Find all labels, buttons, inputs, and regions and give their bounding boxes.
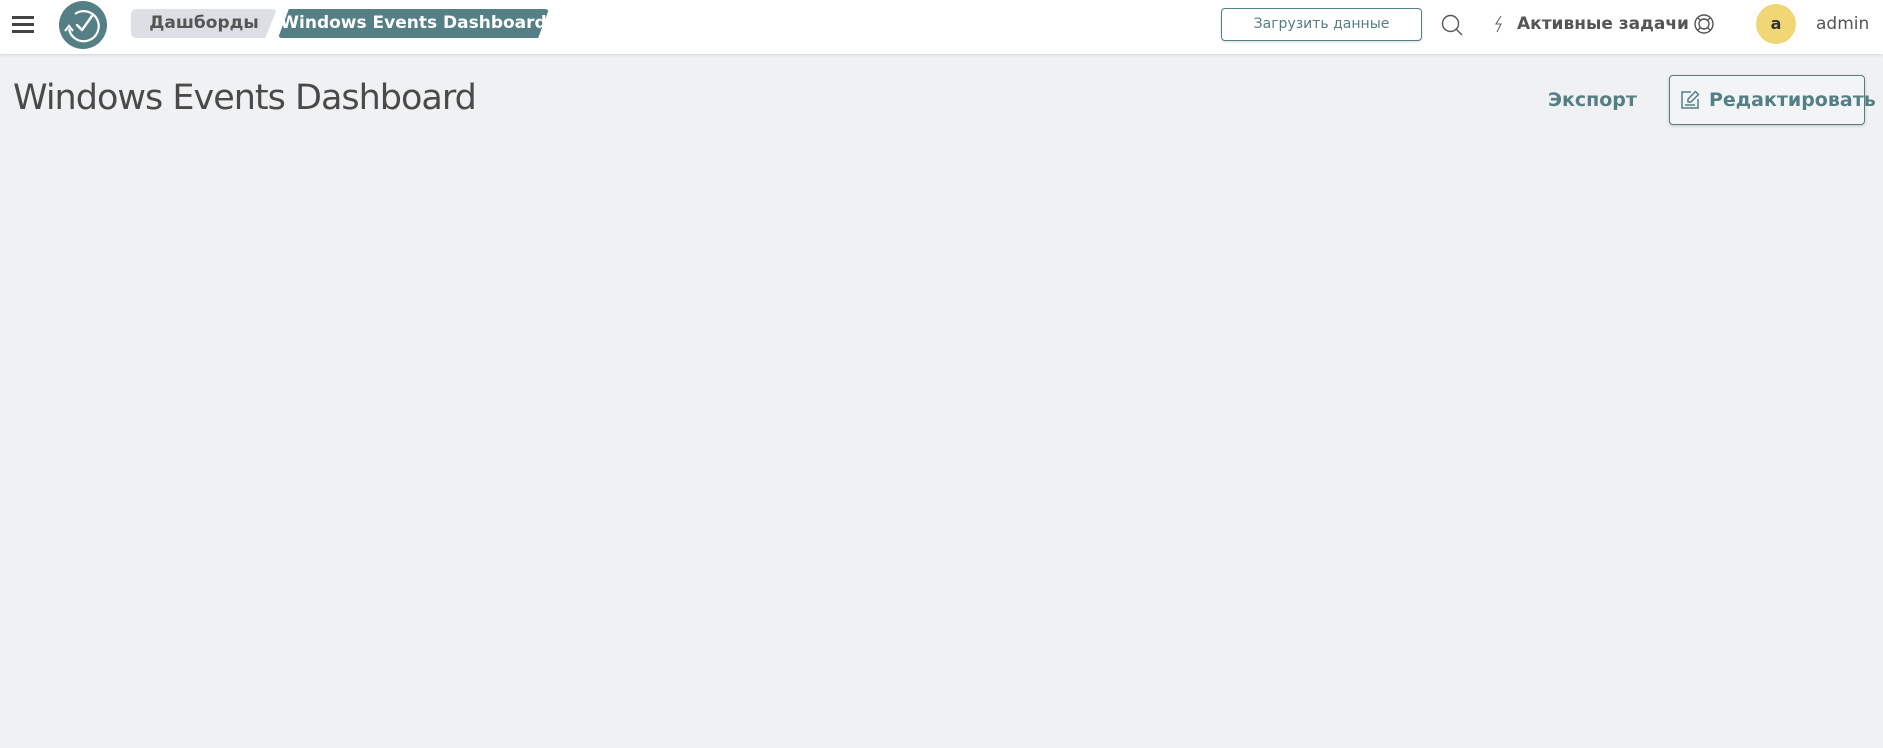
app-logo-icon[interactable] xyxy=(59,1,107,49)
upload-data-button[interactable]: Загрузить данные xyxy=(1221,8,1422,41)
page-title: Windows Events Dashboard xyxy=(13,78,477,118)
edit-icon xyxy=(1680,90,1700,110)
export-button[interactable]: Экспорт xyxy=(1548,88,1637,112)
breadcrumb-dashboards[interactable]: Дашборды xyxy=(131,9,277,38)
search-icon[interactable] xyxy=(1440,13,1464,37)
breadcrumb-current-dashboard[interactable]: Windows Events Dashboard xyxy=(278,9,549,38)
user-avatar[interactable]: a xyxy=(1756,4,1796,44)
hamburger-menu-icon[interactable] xyxy=(12,14,35,34)
breadcrumb-label: Windows Events Dashboard xyxy=(280,13,547,33)
edit-button[interactable]: Редактировать xyxy=(1669,75,1876,125)
bolt-icon xyxy=(1493,15,1505,33)
breadcrumb-label: Дашборды xyxy=(149,13,259,33)
edit-button-label: Редактировать xyxy=(1709,89,1876,111)
active-tasks-link[interactable]: Активные задачи xyxy=(1517,13,1689,35)
username-label[interactable]: admin xyxy=(1816,13,1869,35)
top-navbar: Дашборды Windows Events Dashboard Загруз… xyxy=(0,0,1883,54)
lifebuoy-icon[interactable] xyxy=(1693,13,1715,35)
